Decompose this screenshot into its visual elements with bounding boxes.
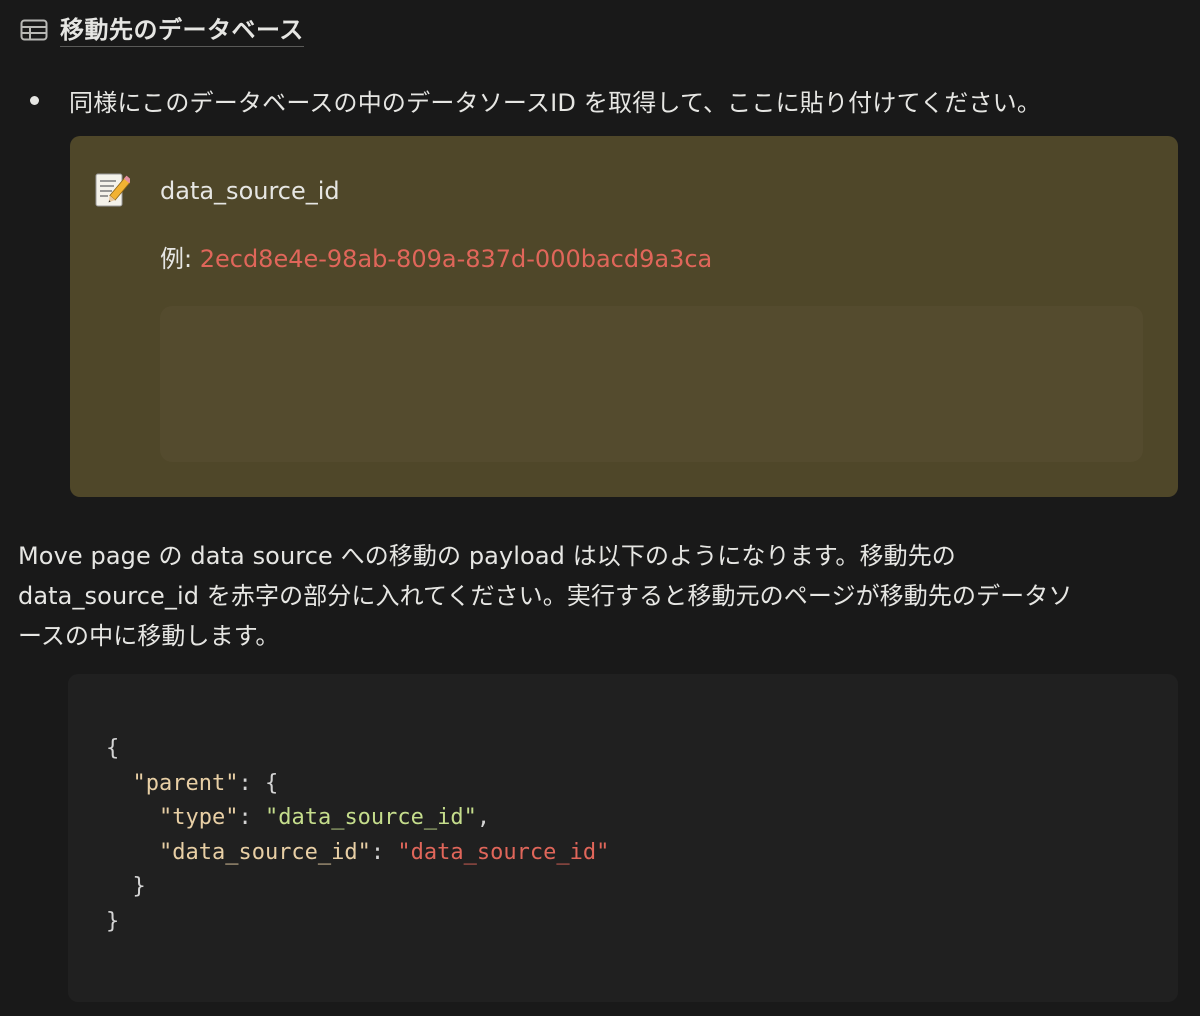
bullet-dot xyxy=(30,95,39,105)
memo-icon[interactable] xyxy=(94,170,132,210)
code-token: "data_source_id" xyxy=(264,805,477,830)
code-token: : xyxy=(238,805,265,830)
code-token: { xyxy=(106,736,120,761)
code-token: "data_source_id" xyxy=(397,839,610,865)
database-link[interactable]: 移動先のデータベース xyxy=(20,12,304,48)
example-value: 2ecd8e4e-98ab-809a-837d-000bacd9a3ca xyxy=(199,245,713,273)
code-token: : xyxy=(370,839,398,865)
code-block[interactable]: { "parent": { "type": "data_source_id", … xyxy=(68,674,1178,1002)
table-icon xyxy=(20,19,48,41)
database-link-title[interactable]: 移動先のデータベース xyxy=(60,14,304,47)
callout-title: data_source_id xyxy=(160,177,340,205)
paragraph-line: Move page の data source への移動の payload は以… xyxy=(18,542,956,570)
code-token: , xyxy=(476,805,491,830)
paragraph-line: data_source_id を赤字の部分に入れてください。実行すると移動元のペ… xyxy=(18,582,1073,610)
example-label: 例: xyxy=(160,245,200,273)
data-source-id-input[interactable] xyxy=(160,306,1143,462)
description-paragraph: Move page の data source への移動の payload は以… xyxy=(18,536,1190,656)
code-token: "parent" xyxy=(132,770,239,796)
bulleted-list-item: 同様にこのデータベースの中のデータソースID を取得して、ここに貼り付けてくださ… xyxy=(30,80,1041,120)
code-token: "type" xyxy=(158,805,239,830)
callout-block: data_source_id 例: 2ecd8e4e-98ab-809a-837… xyxy=(70,136,1178,497)
callout-example: 例: 2ecd8e4e-98ab-809a-837d-000bacd9a3ca xyxy=(160,242,712,276)
code-content[interactable]: { "parent": { "type": "data_source_id", … xyxy=(106,732,609,939)
paragraph-line: ースの中に移動します。 xyxy=(18,622,280,650)
code-token: } xyxy=(106,908,120,934)
code-token: : { xyxy=(238,770,279,796)
bullet-text: 同様にこのデータベースの中のデータソースID を取得して、ここに貼り付けてくださ… xyxy=(69,88,1042,117)
code-token: "data_source_id" xyxy=(158,839,371,865)
code-token: } xyxy=(106,874,146,899)
